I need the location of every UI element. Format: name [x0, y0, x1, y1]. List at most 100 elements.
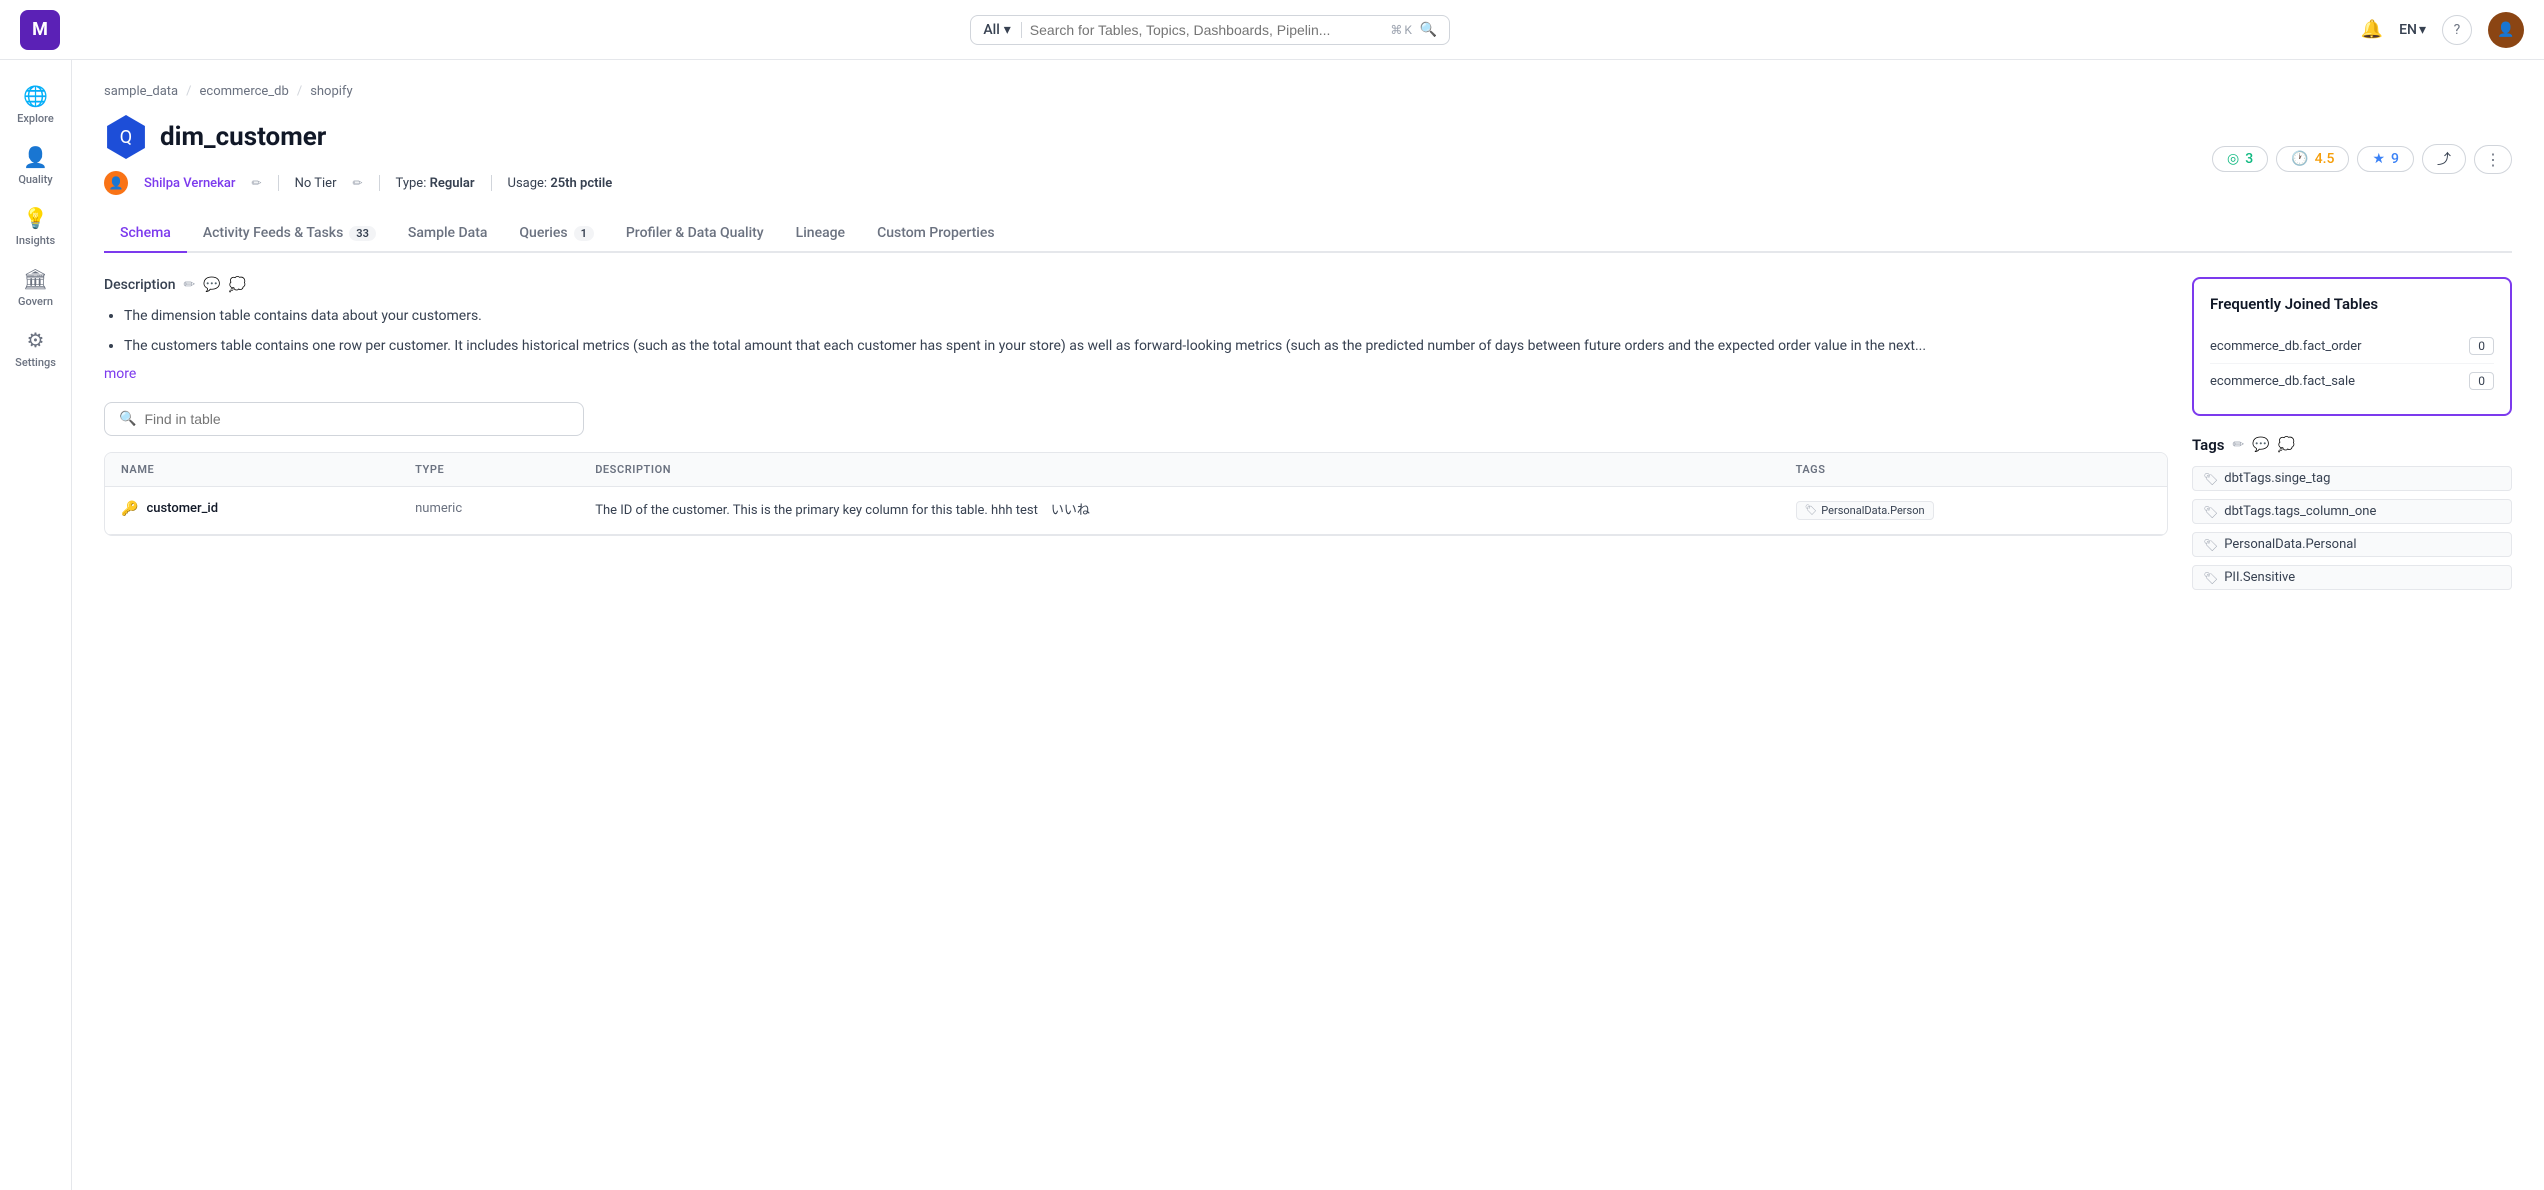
stars-stat[interactable]: ★ 9	[2357, 146, 2414, 172]
share-icon: ⤴	[2437, 149, 2451, 169]
tags-header: Tags ✏ 💬 💭	[2192, 436, 2512, 454]
search-filter-dropdown[interactable]: All ▾	[983, 22, 1021, 38]
owner-name[interactable]: Shilpa Vernekar	[144, 176, 236, 191]
tags-comment-icon[interactable]: 💭	[2278, 437, 2295, 453]
more-actions-button[interactable]: ⋮	[2474, 145, 2512, 174]
sidebar-item-govern[interactable]: 🏛 Govern	[4, 259, 68, 316]
tags-suggest-icon[interactable]: 💬	[2252, 437, 2269, 453]
stars-value: 9	[2391, 151, 2399, 167]
col-type-cell: numeric	[399, 486, 579, 535]
sidebar-item-label: Insights	[16, 234, 55, 247]
type-meta: Type: Regular	[396, 176, 475, 191]
description-suggest-icon[interactable]: 💬	[203, 277, 220, 293]
description-item-0: The dimension table contains data about …	[124, 305, 2168, 327]
sidebar-item-insights[interactable]: 💡 Insights	[4, 198, 68, 255]
tag-item-3[interactable]: 🏷 PII.Sensitive	[2192, 565, 2512, 590]
tab-sample-data[interactable]: Sample Data	[392, 215, 504, 253]
sidebar-item-label: Settings	[15, 356, 56, 369]
col-header-type: TYPE	[399, 453, 579, 487]
breadcrumb-sep-0: /	[186, 84, 191, 99]
tag-pill[interactable]: 🏷 PersonalData.Person	[1796, 501, 1934, 520]
rating-value: 4.5	[2315, 151, 2335, 167]
tag-item-1[interactable]: 🏷 dbtTags.tags_column_one	[2192, 499, 2512, 524]
breadcrumb: sample_data / ecommerce_db / shopify	[104, 84, 2512, 99]
tab-activity-badge: 33	[349, 226, 376, 241]
table-search-icon: 🔍	[119, 411, 136, 427]
tab-custom-props[interactable]: Custom Properties	[861, 215, 1011, 253]
body-layout: Description ✏ 💬 💭 The dimension table co…	[104, 277, 2512, 590]
tag-list: 🏷 dbtTags.singe_tag 🏷 dbtTags.tags_colum…	[2192, 466, 2512, 590]
notifications-button[interactable]: 🔔	[2361, 19, 2383, 40]
tab-schema-label: Schema	[120, 225, 171, 241]
search-input[interactable]	[1030, 22, 1383, 38]
chevron-down-icon: ▾	[1004, 22, 1011, 38]
tag-icon-1: 🏷	[2203, 505, 2218, 519]
fj-count-0: 0	[2469, 337, 2494, 355]
tag-icon-0: 🏷	[2203, 472, 2218, 486]
entity-stats: ◎ 3 🕐 4.5 ★ 9 ⤴ ⋮	[2212, 144, 2512, 174]
tab-lineage-label: Lineage	[796, 225, 845, 241]
breadcrumb-sep-1: /	[297, 84, 302, 99]
main-content: sample_data / ecommerce_db / shopify ◎ 3…	[72, 60, 2544, 1190]
meta-divider-1	[278, 175, 279, 191]
share-button[interactable]: ⤴	[2422, 144, 2466, 174]
star-icon: ★	[2372, 151, 2385, 167]
entity-type-icon: Q	[104, 115, 148, 159]
schema-panel: Description ✏ 💬 💭 The dimension table co…	[104, 277, 2168, 590]
tags-edit-icon[interactable]: ✏	[2233, 437, 2245, 453]
topbar: M All ▾ ⌘ K 🔍 🔔 EN ▾ ? 👤	[0, 0, 2544, 60]
right-sidebar: Frequently Joined Tables ecommerce_db.fa…	[2192, 277, 2512, 590]
tags-title: Tags	[2192, 436, 2225, 454]
breadcrumb-item-2[interactable]: shopify	[310, 84, 352, 99]
global-search[interactable]: All ▾ ⌘ K 🔍	[970, 15, 1450, 45]
globe-icon: 🌐	[23, 84, 48, 108]
tag-item-label-2: PersonalData.Personal	[2224, 537, 2356, 552]
tag-item-2[interactable]: 🏷 PersonalData.Personal	[2192, 532, 2512, 557]
entity-tabs: Schema Activity Feeds & Tasks 33 Sample …	[104, 215, 2512, 253]
owner-edit-icon[interactable]: ✏	[252, 176, 262, 190]
settings-icon: ⚙	[27, 328, 45, 352]
type-value: Regular	[430, 176, 475, 191]
sidebar-item-label: Explore	[17, 112, 54, 125]
kbd-cmd: ⌘	[1390, 23, 1402, 37]
tag-item-label-3: PII.Sensitive	[2224, 570, 2295, 585]
tab-schema[interactable]: Schema	[104, 215, 187, 253]
sidebar-item-explore[interactable]: 🌐 Explore	[4, 76, 68, 133]
tab-queries[interactable]: Queries 1	[503, 215, 609, 253]
table-header-row: NAME TYPE DESCRIPTION TAGS	[105, 453, 2167, 487]
clock-icon: 🕐	[2291, 151, 2308, 167]
description-more-link[interactable]: more	[104, 366, 136, 382]
breadcrumb-item-1[interactable]: ecommerce_db	[200, 84, 289, 99]
fj-item-1[interactable]: ecommerce_db.fact_sale 0	[2210, 364, 2494, 398]
help-button[interactable]: ?	[2442, 15, 2472, 45]
description-comment-icon[interactable]: 💭	[229, 277, 246, 293]
description-edit-icon[interactable]: ✏	[184, 277, 196, 293]
entity-icon-symbol: Q	[120, 127, 132, 148]
quality-icon: 👤	[23, 145, 48, 169]
breadcrumb-item-0[interactable]: sample_data	[104, 84, 178, 99]
tab-profiler-label: Profiler & Data Quality	[626, 225, 764, 241]
tier-edit-icon[interactable]: ✏	[352, 176, 362, 190]
tag-item-0[interactable]: 🏷 dbtTags.singe_tag	[2192, 466, 2512, 491]
tab-profiler[interactable]: Profiler & Data Quality	[610, 215, 780, 253]
table-search-input[interactable]	[144, 411, 569, 427]
type-label: Type:	[396, 176, 427, 191]
topbar-actions: 🔔 EN ▾ ? 👤	[2361, 12, 2524, 48]
language-selector[interactable]: EN ▾	[2399, 22, 2426, 38]
description-label: Description	[104, 277, 176, 293]
app-logo[interactable]: M	[20, 10, 60, 50]
tab-activity[interactable]: Activity Feeds & Tasks 33	[187, 215, 392, 253]
sidebar-item-settings[interactable]: ⚙ Settings	[4, 320, 68, 377]
tag-pill-label: PersonalData.Person	[1821, 504, 1924, 517]
search-filter-label: All	[983, 22, 999, 38]
user-avatar[interactable]: 👤	[2488, 12, 2524, 48]
table-search[interactable]: 🔍	[104, 402, 584, 436]
col-name-value: customer_id	[146, 501, 218, 516]
keyboard-hint: ⌘ K	[1390, 23, 1412, 37]
col-header-tags: TAGS	[1780, 453, 2167, 487]
tab-lineage[interactable]: Lineage	[780, 215, 861, 253]
sidebar-item-quality[interactable]: 👤 Quality	[4, 137, 68, 194]
fj-item-0[interactable]: ecommerce_db.fact_order 0	[2210, 329, 2494, 364]
health-stat[interactable]: ◎ 3	[2212, 146, 2268, 172]
rating-stat[interactable]: 🕐 4.5	[2276, 146, 2349, 172]
